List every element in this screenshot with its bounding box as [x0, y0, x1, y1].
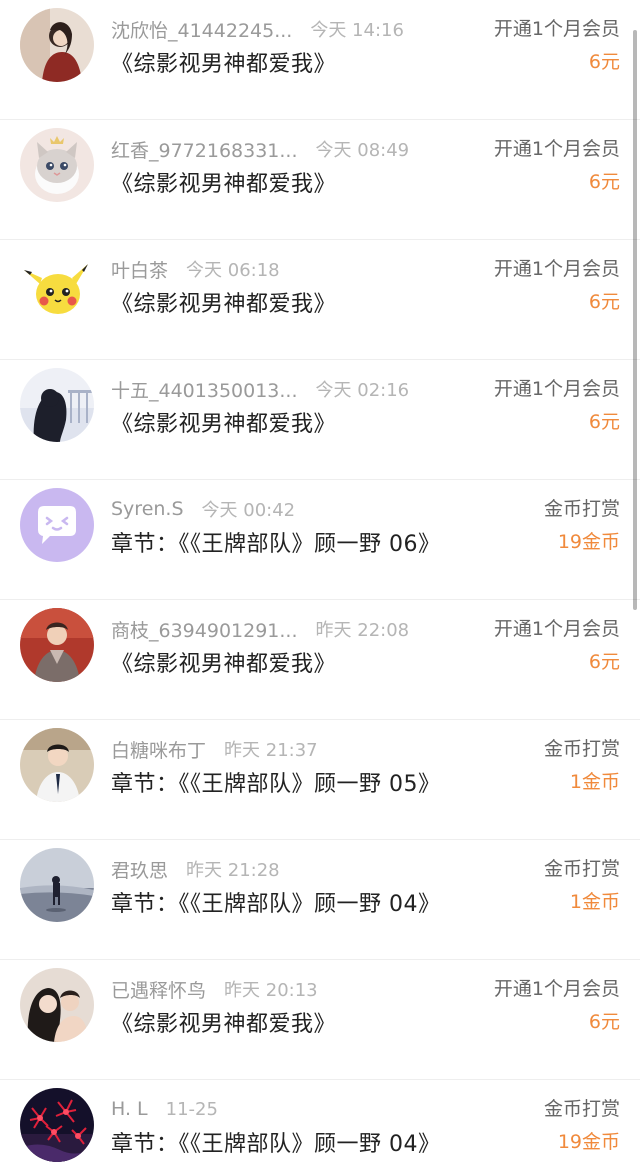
record-content: 《综影视男神都爱我》	[111, 412, 337, 437]
man-avatar-icon[interactable]	[20, 608, 94, 682]
record-type: 开通1个月会员	[493, 378, 620, 400]
record-row[interactable]: 红香_9772168331... 今天 08:49 《综影视男神都爱我》 开通1…	[0, 120, 640, 240]
record-type: 开通1个月会员	[493, 258, 620, 280]
record-time: 今天 02:16	[315, 380, 410, 401]
record-list: 沈欣怡_41442245... 今天 14:16 《综影视男神都爱我》 开通1个…	[0, 0, 640, 1175]
record-time: 昨天 21:37	[224, 740, 318, 761]
chat-bubble-avatar-icon[interactable]	[20, 488, 94, 562]
record-amount: 6元	[588, 51, 620, 73]
record-time: 昨天 21:28	[186, 860, 280, 881]
record-amount: 1金币	[569, 771, 620, 793]
name-line: Syren.S 今天 00:42	[111, 494, 295, 524]
user-name[interactable]: 商枝_6394901291...	[111, 616, 298, 643]
record-amount: 19金币	[557, 531, 620, 553]
user-name[interactable]: H. L	[111, 1098, 148, 1120]
cat-avatar-icon[interactable]	[20, 128, 94, 202]
record-type: 开通1个月会员	[493, 978, 620, 1000]
user-name[interactable]: 红香_9772168331...	[111, 136, 298, 163]
record-time: 今天 14:16	[310, 20, 404, 41]
woman-avatar-icon[interactable]	[20, 8, 94, 82]
name-line: 君玖思 昨天 21:28	[111, 854, 280, 884]
record-row[interactable]: 白糖咪布丁 昨天 21:37 章节：《《王牌部队》顾一野 05》 金币打赏 1金…	[0, 720, 640, 840]
record-time: 今天 08:49	[315, 140, 410, 161]
name-line: 沈欣怡_41442245... 今天 14:16	[111, 14, 404, 44]
name-line: H. L 11-25	[111, 1094, 218, 1124]
record-type: 金币打赏	[543, 498, 620, 520]
girl-avatar-icon[interactable]	[20, 368, 94, 442]
record-time: 昨天 22:08	[315, 620, 410, 641]
name-line: 商枝_6394901291... 昨天 22:08	[111, 614, 409, 644]
record-type: 金币打赏	[543, 1098, 620, 1120]
record-row[interactable]: 商枝_6394901291... 昨天 22:08 《综影视男神都爱我》 开通1…	[0, 600, 640, 720]
name-line: 红香_9772168331... 今天 08:49	[111, 134, 409, 164]
record-type: 开通1个月会员	[493, 618, 620, 640]
name-line: 已遇释怀鸟 昨天 20:13	[111, 974, 318, 1004]
record-amount: 1金币	[569, 891, 620, 913]
record-time: 今天 00:42	[201, 500, 296, 521]
record-content: 《综影视男神都爱我》	[111, 292, 337, 317]
user-name[interactable]: 沈欣怡_41442245...	[111, 16, 292, 43]
user-name[interactable]: 白糖咪布丁	[111, 736, 206, 763]
name-line: 白糖咪布丁 昨天 21:37	[111, 734, 318, 764]
record-content: 章节：《《王牌部队》顾一野 04》	[111, 892, 441, 917]
record-row[interactable]: 君玖思 昨天 21:28 章节：《《王牌部队》顾一野 04》 金币打赏 1金币	[0, 840, 640, 960]
record-content: 章节：《《王牌部队》顾一野 04》	[111, 1132, 441, 1157]
record-amount: 6元	[588, 651, 620, 673]
name-line: 十五_4401350013... 今天 02:16	[111, 374, 409, 404]
boy-avatar-icon[interactable]	[20, 728, 94, 802]
record-content: 《综影视男神都爱我》	[111, 1012, 337, 1037]
flower-avatar-icon[interactable]	[20, 1088, 94, 1162]
record-row[interactable]: 沈欣怡_41442245... 今天 14:16 《综影视男神都爱我》 开通1个…	[0, 0, 640, 120]
user-name[interactable]: Syren.S	[111, 498, 184, 520]
record-row[interactable]: Syren.S 今天 00:42 章节：《《王牌部队》顾一野 06》 金币打赏 …	[0, 480, 640, 600]
record-time: 11-25	[165, 1098, 218, 1120]
record-row[interactable]: 十五_4401350013... 今天 02:16 《综影视男神都爱我》 开通1…	[0, 360, 640, 480]
user-name[interactable]: 叶白茶	[111, 256, 168, 283]
record-amount: 6元	[588, 171, 620, 193]
record-type: 开通1个月会员	[493, 18, 620, 40]
record-content: 《综影视男神都爱我》	[111, 172, 337, 197]
record-type: 开通1个月会员	[493, 138, 620, 160]
record-amount: 6元	[588, 291, 620, 313]
user-name[interactable]: 君玖思	[111, 856, 168, 883]
record-content: 《综影视男神都爱我》	[111, 652, 337, 677]
record-time: 今天 06:18	[186, 260, 280, 281]
record-amount: 19金币	[557, 1131, 620, 1153]
name-line: 叶白茶 今天 06:18	[111, 254, 280, 284]
record-amount: 6元	[588, 411, 620, 433]
pikachu-avatar-icon[interactable]	[20, 248, 94, 322]
record-time: 昨天 20:13	[224, 980, 318, 1001]
scrollbar[interactable]	[633, 30, 637, 610]
reward-record-page: 沈欣怡_41442245... 今天 14:16 《综影视男神都爱我》 开通1个…	[0, 0, 640, 1175]
record-amount: 6元	[588, 1011, 620, 1033]
user-name[interactable]: 十五_4401350013...	[111, 376, 298, 403]
record-row[interactable]: 已遇释怀鸟 昨天 20:13 《综影视男神都爱我》 开通1个月会员 6元	[0, 960, 640, 1080]
record-content: 章节：《《王牌部队》顾一野 06》	[111, 532, 441, 557]
record-type: 金币打赏	[543, 858, 620, 880]
record-content: 《综影视男神都爱我》	[111, 52, 337, 77]
beach-avatar-icon[interactable]	[20, 848, 94, 922]
record-type: 金币打赏	[543, 738, 620, 760]
record-row[interactable]: H. L 11-25 章节：《《王牌部队》顾一野 04》 金币打赏 19金币	[0, 1080, 640, 1175]
couple-avatar-icon[interactable]	[20, 968, 94, 1042]
user-name[interactable]: 已遇释怀鸟	[111, 976, 206, 1003]
record-row[interactable]: 叶白茶 今天 06:18 《综影视男神都爱我》 开通1个月会员 6元	[0, 240, 640, 360]
record-content: 章节：《《王牌部队》顾一野 05》	[111, 772, 441, 797]
